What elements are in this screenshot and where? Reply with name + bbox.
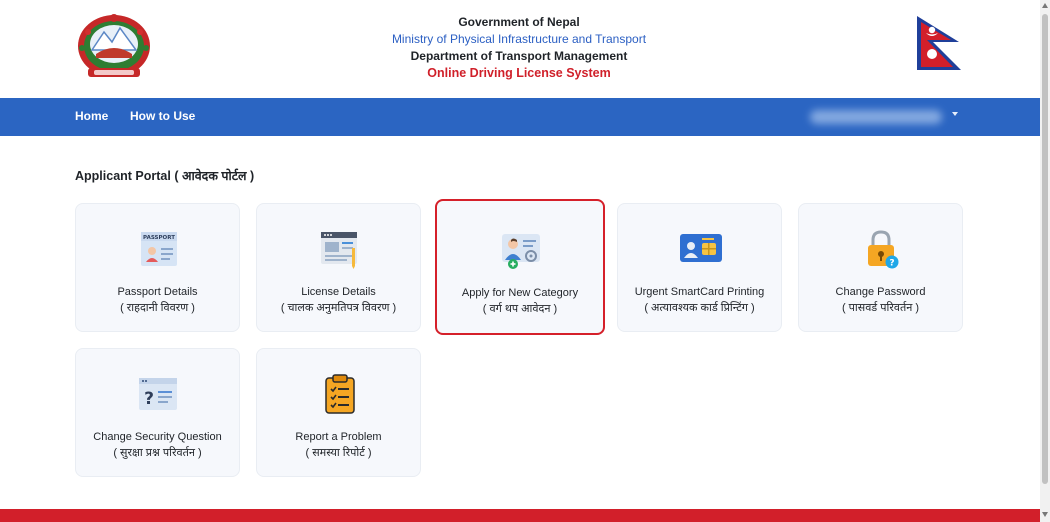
passport-details-card[interactable]: PASSPORT Passport Details ( राहदानी विवर… xyxy=(75,203,240,332)
change-password-card[interactable]: ? Change Password ( पासवर्ड परिवर्तन ) xyxy=(798,203,963,332)
scrollbar-thumb[interactable] xyxy=(1042,14,1048,484)
driver-card-add-icon xyxy=(502,234,540,269)
scroll-up-icon[interactable] xyxy=(1042,3,1048,8)
apply-new-category-card[interactable]: Apply for New Category ( वर्ग थप आवेदन ) xyxy=(435,199,605,335)
license-document-icon xyxy=(321,232,357,269)
blurred-username xyxy=(810,110,942,124)
card-label-en: Urgent SmartCard Printing xyxy=(634,286,765,298)
department-title: Department of Transport Management xyxy=(410,49,628,63)
nav-how-to-use-link[interactable]: How to Use xyxy=(130,109,195,123)
scroll-down-icon[interactable] xyxy=(1042,512,1048,517)
report-problem-card[interactable]: Report a Problem ( समस्या रिपोर्ट ) xyxy=(256,348,421,477)
card-label-np: ( पासवर्ड परिवर्तन ) xyxy=(841,302,920,314)
svg-text:?: ? xyxy=(144,389,154,409)
caret-down-icon xyxy=(952,112,958,116)
applicant-portal-heading: Applicant Portal ( आवेदक पोर्टल ) xyxy=(75,169,255,183)
card-label-np: ( चालक अनुमतिपत्र विवरण ) xyxy=(280,302,397,314)
nav-home-link[interactable]: Home xyxy=(75,109,108,123)
change-security-question-card[interactable]: ? Change Security Question ( सुरक्षा प्र… xyxy=(75,348,240,477)
site-header: Government of Nepal Ministry of Physical… xyxy=(0,0,1040,98)
government-title: Government of Nepal xyxy=(458,15,580,29)
card-label-en: Apply for New Category xyxy=(461,287,579,299)
nepal-emblem-icon xyxy=(78,14,150,77)
card-label-en: Change Password xyxy=(835,286,926,298)
system-title: Online Driving License System xyxy=(427,66,611,80)
card-label-en: License Details xyxy=(301,286,376,298)
passport-icon: PASSPORT xyxy=(141,232,177,266)
card-label-en: Passport Details xyxy=(117,286,198,298)
user-account-menu[interactable] xyxy=(796,100,970,134)
card-label-np: ( सुरक्षा प्रश्न परिवर्तन ) xyxy=(113,447,202,459)
security-question-icon: ? xyxy=(139,378,177,410)
ministry-title: Ministry of Physical Infrastructure and … xyxy=(391,32,647,46)
urgent-smartcard-card[interactable]: Urgent SmartCard Printing ( अत्यावश्यक क… xyxy=(617,203,782,332)
footer-bar xyxy=(0,509,1040,522)
clipboard-checklist-icon xyxy=(325,374,355,414)
vertical-scrollbar[interactable] xyxy=(1040,0,1050,522)
svg-text:?: ? xyxy=(889,259,894,269)
card-label-en: Change Security Question xyxy=(93,431,222,443)
card-label-np: ( अत्यावश्यक कार्ड प्रिन्टिंग ) xyxy=(644,302,755,314)
card-label-np: ( राहदानी विवरण ) xyxy=(120,302,195,314)
card-label-np: ( समस्या रिपोर्ट ) xyxy=(305,447,372,459)
license-details-card[interactable]: License Details ( चालक अनुमतिपत्र विवरण … xyxy=(256,203,421,332)
main-navbar: Home How to Use xyxy=(0,98,1040,136)
lock-question-icon: ? xyxy=(868,230,899,269)
card-label-en: Report a Problem xyxy=(295,431,382,443)
government-title-block: Government of Nepal Ministry of Physical… xyxy=(319,14,719,82)
smartcard-icon xyxy=(680,234,722,262)
nepal-flag-icon xyxy=(917,16,961,70)
svg-text:PASSPORT: PASSPORT xyxy=(143,235,175,241)
card-label-np: ( वर्ग थप आवेदन ) xyxy=(482,303,558,315)
